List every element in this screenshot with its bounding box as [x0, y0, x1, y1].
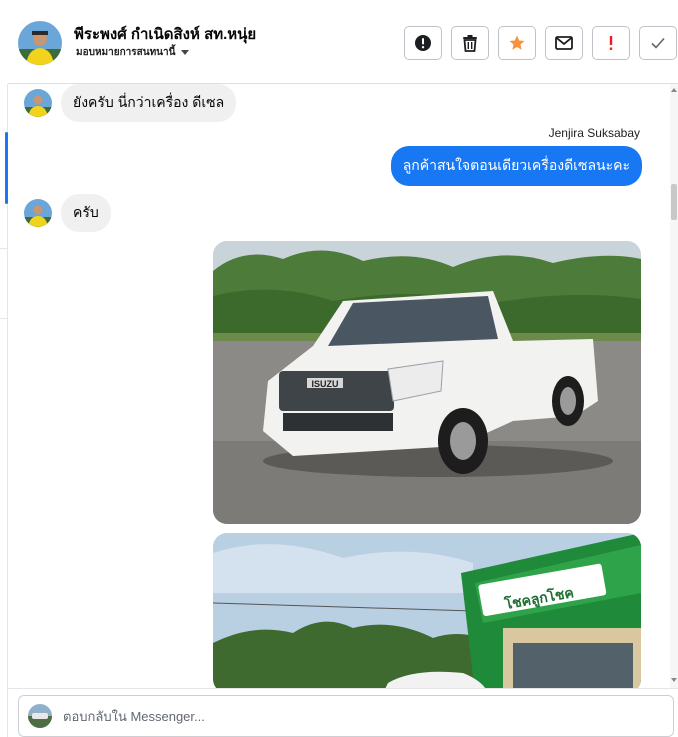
dealership-photo[interactable]: โชคลูกโชค: [213, 533, 641, 688]
incoming-message-bubble[interactable]: ครับ: [61, 194, 111, 232]
contact-avatar-small[interactable]: [24, 89, 52, 117]
contact-name[interactable]: พีระพงศ์ กำเนิดสิงห์ สท.หนุ่ย: [74, 22, 256, 46]
sender-name: Jenjira Suksabay: [548, 126, 640, 140]
assign-conversation-label: มอบหมายการสนทนานี้: [76, 47, 176, 58]
page-avatar: [28, 704, 52, 728]
scroll-up-arrow-icon[interactable]: [671, 88, 677, 92]
exclamation-icon: [609, 36, 613, 50]
message-thread[interactable]: ยังครับ นี่กว่าเครื่อง ดีเซล Jenjira Suk…: [8, 84, 670, 688]
isuzu-badge-text: ISUZU: [312, 379, 339, 389]
caret-down-icon: [181, 50, 190, 55]
follow-up-button[interactable]: [592, 26, 630, 60]
mark-done-button[interactable]: [639, 26, 677, 60]
incoming-message-bubble[interactable]: ยังครับ นี่กว่าเครื่อง ดีเซล: [61, 84, 237, 122]
incoming-message-row: ครับ: [24, 194, 111, 232]
scroll-down-arrow-icon[interactable]: [671, 678, 677, 682]
check-icon: [651, 37, 665, 49]
thread-scrollbar[interactable]: [670, 84, 678, 688]
star-icon: [509, 35, 525, 50]
outgoing-message-bubble[interactable]: ลูกค้าสนใจตอนเดียวเครื่องดีเซลนะคะ: [390, 146, 642, 186]
envelope-icon: [555, 36, 573, 50]
alert-circle-icon: [415, 35, 431, 51]
messenger-conversation-window: พีระพงศ์ กำเนิดสิงห์ สท.หนุ่ย มอบหมายการ…: [0, 0, 678, 737]
pickup-truck-photo[interactable]: ISUZU: [213, 241, 641, 524]
trash-icon: [463, 35, 477, 52]
conversation-header: พีระพงศ์ กำเนิดสิงห์ สท.หนุ่ย มอบหมายการ…: [8, 0, 678, 84]
contact-avatar[interactable]: [18, 21, 62, 65]
reply-composer[interactable]: [18, 695, 674, 737]
star-button[interactable]: [498, 26, 536, 60]
mark-spam-button[interactable]: [404, 26, 442, 60]
incoming-message-row: ยังครับ นี่กว่าเครื่อง ดีเซล: [24, 84, 237, 122]
contact-avatar-small[interactable]: [24, 199, 52, 227]
mark-unread-button[interactable]: [545, 26, 583, 60]
delete-button[interactable]: [451, 26, 489, 60]
assign-conversation-dropdown[interactable]: มอบหมายการสนทนานี้: [76, 45, 190, 60]
scrollbar-thumb[interactable]: [671, 184, 677, 220]
conversation-actions-toolbar: [404, 26, 677, 60]
gutter-divider: [0, 248, 7, 249]
gutter-divider: [0, 318, 7, 319]
reply-input[interactable]: [63, 702, 663, 730]
